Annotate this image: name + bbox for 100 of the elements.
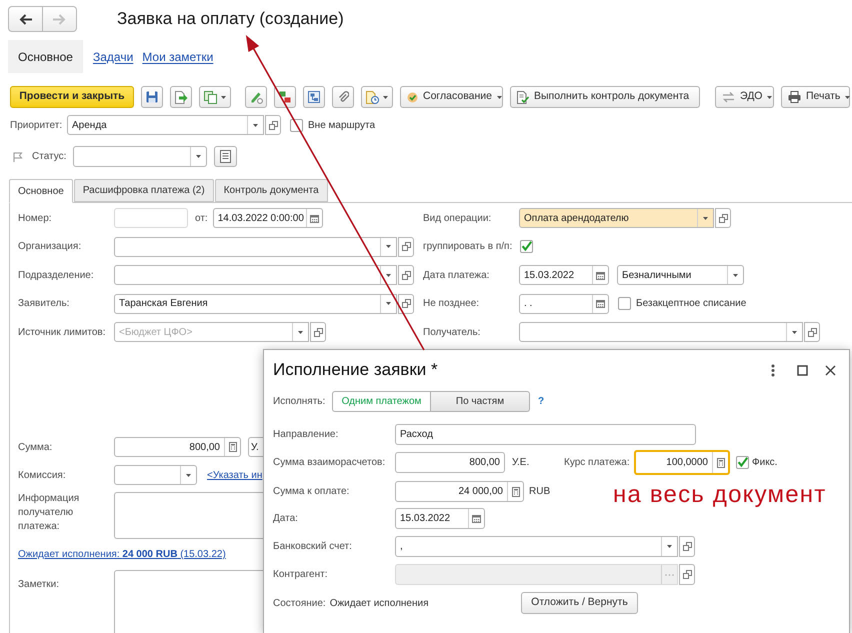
field-label: от:: [195, 212, 208, 226]
form-tab[interactable]: Расшифровка платежа (2): [74, 179, 214, 202]
field-label: Вид операции:: [423, 212, 492, 226]
save-button[interactable]: [141, 86, 163, 108]
calendar-button[interactable]: [468, 509, 484, 528]
section-tab[interactable]: Задачи: [92, 40, 134, 73]
hierarchy-icon: [308, 91, 320, 103]
open-button[interactable]: [679, 536, 695, 557]
open-button[interactable]: [804, 322, 820, 342]
caret-icon: [186, 474, 191, 476]
squares-button[interactable]: [274, 86, 296, 108]
caret-icon: [792, 330, 797, 334]
form-tab[interactable]: Контроль документа: [214, 179, 328, 202]
checkbox[interactable]: [736, 456, 749, 469]
annotation-text: на весь документ: [613, 481, 826, 509]
calendar-button[interactable]: [592, 294, 608, 312]
back-button[interactable]: [8, 6, 43, 32]
calculator-button[interactable]: [507, 482, 523, 501]
document-arrow-icon: [174, 90, 188, 104]
open-button[interactable]: [310, 322, 326, 342]
calendar-button[interactable]: [592, 266, 608, 284]
open-button[interactable]: [398, 236, 414, 256]
document-arrow-button[interactable]: [170, 86, 192, 108]
open-button[interactable]: [715, 208, 731, 228]
select-field[interactable]: [519, 322, 803, 342]
calendar-button[interactable]: [306, 209, 322, 227]
open-button[interactable]: [398, 294, 414, 314]
vertical-dots-icon: [771, 364, 775, 376]
field-label: Заявитель:: [18, 297, 70, 311]
open-button[interactable]: [265, 115, 281, 135]
caret-icon: [196, 155, 201, 158]
square-icon: [797, 364, 808, 376]
postpone-button[interactable]: Отложить / Вернуть: [521, 592, 638, 614]
date-field[interactable]: 14.03.2022 0:00:00: [212, 208, 323, 228]
select-field[interactable]: [114, 236, 397, 256]
section-tab[interactable]: Мои заметки: [142, 40, 214, 73]
print-button[interactable]: Печать: [781, 86, 850, 108]
checkbox[interactable]: [618, 297, 631, 310]
text-field[interactable]: [114, 208, 188, 228]
select-field[interactable]: Безналичными: [617, 265, 744, 285]
run-check-button[interactable]: Выполнить контроль документа: [510, 86, 700, 108]
post-and-close-button[interactable]: Провести и закрыть: [10, 86, 134, 108]
number-field[interactable]: 800,00: [395, 452, 505, 473]
date-field[interactable]: . .: [519, 294, 609, 314]
checkbox[interactable]: [520, 240, 533, 253]
help-link[interactable]: ?: [538, 394, 544, 409]
overlapping-squares-icon: [402, 270, 410, 280]
section-tab[interactable]: Основное: [8, 40, 83, 73]
link[interactable]: Ожидает исполнения: 24 000 RUB (15.03.22): [18, 549, 226, 561]
number-field[interactable]: 24 000,00: [395, 481, 524, 502]
open-button[interactable]: [398, 265, 414, 285]
approval-button[interactable]: Согласование: [400, 86, 503, 108]
select-field[interactable]: [114, 265, 397, 285]
status-text: Ожидает исполнения: [330, 596, 429, 610]
caret-icon: [298, 330, 303, 334]
more-button[interactable]: [771, 364, 775, 376]
field-label: Направление:: [273, 428, 338, 442]
field-label: Сумма:: [18, 440, 52, 454]
field-label: Статус:: [32, 150, 66, 164]
overlapping-squares-icon: [718, 214, 728, 222]
exchange-icon: [722, 91, 735, 103]
select-field[interactable]: [114, 465, 197, 485]
select-field[interactable]: [73, 146, 207, 167]
overlapping-squares-icon: [314, 328, 322, 336]
field-label: Подразделение:: [18, 268, 94, 282]
document-button[interactable]: [214, 146, 237, 167]
select-field[interactable]: ,: [395, 536, 678, 557]
field-label: Исполнять:: [273, 395, 326, 409]
select-field[interactable]: Аренда: [67, 115, 264, 135]
field-label: Дата:: [273, 512, 298, 526]
caret-icon: [386, 274, 391, 276]
link[interactable]: <Указать ин: [207, 468, 262, 482]
calculator-button[interactable]: [224, 438, 240, 456]
maximize-button[interactable]: [797, 364, 808, 376]
close-button[interactable]: [825, 364, 836, 376]
edo-button[interactable]: ЭДО: [715, 86, 774, 108]
calculator-button[interactable]: [712, 452, 728, 473]
segment-button[interactable]: По частям: [431, 391, 530, 412]
caret-icon: [767, 96, 772, 98]
text-field[interactable]: Расход: [395, 424, 696, 445]
overlapping-squares-icon: [682, 570, 692, 579]
open-button[interactable]: [679, 564, 695, 585]
field-label: Банковский счет:: [273, 540, 352, 554]
hierarchy-button[interactable]: [303, 86, 325, 108]
copy-button[interactable]: [199, 86, 231, 108]
date-field[interactable]: 15.03.2022: [519, 265, 609, 285]
attach-button[interactable]: [332, 86, 354, 108]
select-field[interactable]: Таранская Евгения: [114, 294, 397, 314]
close-icon: [825, 364, 836, 376]
pen-button[interactable]: [245, 86, 267, 108]
number-field[interactable]: 800,00: [114, 437, 241, 457]
select-field[interactable]: Оплата арендодателю: [519, 208, 714, 228]
date-field[interactable]: 15.03.2022: [395, 508, 485, 529]
caret-icon: [386, 245, 391, 248]
currency-label: RUB: [529, 485, 550, 499]
calendar-icon: [310, 214, 319, 222]
document-clock-button[interactable]: [361, 86, 393, 108]
form-tab[interactable]: Основное: [9, 179, 73, 203]
caret-icon: [253, 124, 258, 126]
number-field[interactable]: 100,0000: [634, 450, 730, 475]
